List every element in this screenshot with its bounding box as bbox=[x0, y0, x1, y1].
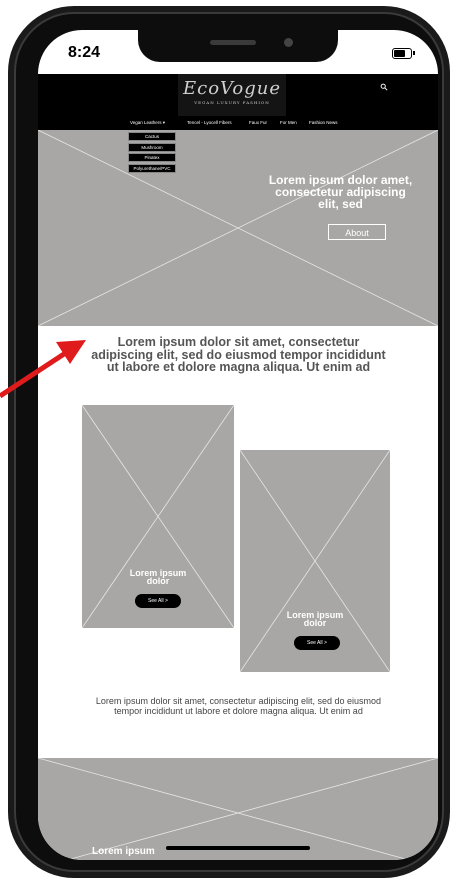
logo-tagline: VEGAN LUXURY FASHION bbox=[194, 100, 270, 105]
about-button[interactable]: About bbox=[328, 224, 386, 240]
main-nav: Vegan Leathers ▾ Tencel - Lyocell Fibers… bbox=[38, 120, 438, 130]
nav-for-men[interactable]: For Men bbox=[280, 120, 297, 125]
bottom-placeholder-image bbox=[38, 758, 438, 860]
nav-faux-fur[interactable]: Faux Fur bbox=[249, 120, 267, 125]
section-heading: Lorem ipsum dolor sit amet, consectetur … bbox=[91, 335, 386, 374]
product-card[interactable]: Lorem ipsum dolor See All > bbox=[240, 450, 390, 672]
nav-vegan-leathers[interactable]: Vegan Leathers ▾ bbox=[130, 120, 165, 126]
dropdown-item-mushroom[interactable]: Mushroom bbox=[128, 142, 176, 152]
front-camera bbox=[284, 38, 293, 47]
dropdown-item-pinatex[interactable]: Pinatex bbox=[128, 153, 176, 162]
bottom-banner-title: Lorem ipsum bbox=[92, 846, 155, 857]
section-body-text: Lorem ipsum dolor sit amet, consectetur … bbox=[95, 696, 382, 716]
dropdown-item-cactus[interactable]: Cactus bbox=[128, 132, 176, 141]
card-title: Lorem ipsum dolor bbox=[286, 610, 344, 628]
product-card[interactable]: Lorem ipsum dolor See All > bbox=[82, 405, 234, 628]
phone-screen: 8:24 EcoVogue VEGAN LUXURY FASHION Vegan… bbox=[38, 30, 438, 860]
card-title: Lorem ipsum dolor bbox=[129, 568, 187, 586]
see-all-button[interactable]: See All > bbox=[135, 594, 181, 608]
notch bbox=[138, 30, 338, 62]
hero-title: Lorem ipsum dolor amet, consectetur adip… bbox=[268, 173, 413, 211]
logo-text: EcoVogue bbox=[182, 78, 281, 99]
status-time: 8:24 bbox=[68, 44, 101, 61]
vegan-leathers-dropdown: Cactus Mushroom Pinatex Polyurethane/PVC bbox=[128, 132, 176, 174]
annotation-arrow-icon bbox=[0, 340, 86, 399]
bottom-banner: Lorem ipsum bbox=[38, 758, 438, 860]
logo[interactable]: EcoVogue VEGAN LUXURY FASHION bbox=[178, 74, 286, 116]
home-indicator[interactable] bbox=[166, 846, 310, 850]
site-header: EcoVogue VEGAN LUXURY FASHION Vegan Leat… bbox=[38, 74, 438, 130]
nav-fashion-news[interactable]: Fashion News bbox=[309, 120, 338, 125]
nav-tencel[interactable]: Tencel - Lyocell Fibers bbox=[187, 120, 232, 125]
speaker bbox=[210, 40, 256, 45]
hero-banner: Lorem ipsum dolor amet, consectetur adip… bbox=[38, 130, 438, 326]
see-all-button[interactable]: See All > bbox=[294, 636, 340, 650]
battery-icon bbox=[392, 48, 415, 59]
search-icon[interactable] bbox=[380, 83, 388, 91]
dropdown-item-polyurethane[interactable]: Polyurethane/PVC bbox=[128, 163, 176, 173]
